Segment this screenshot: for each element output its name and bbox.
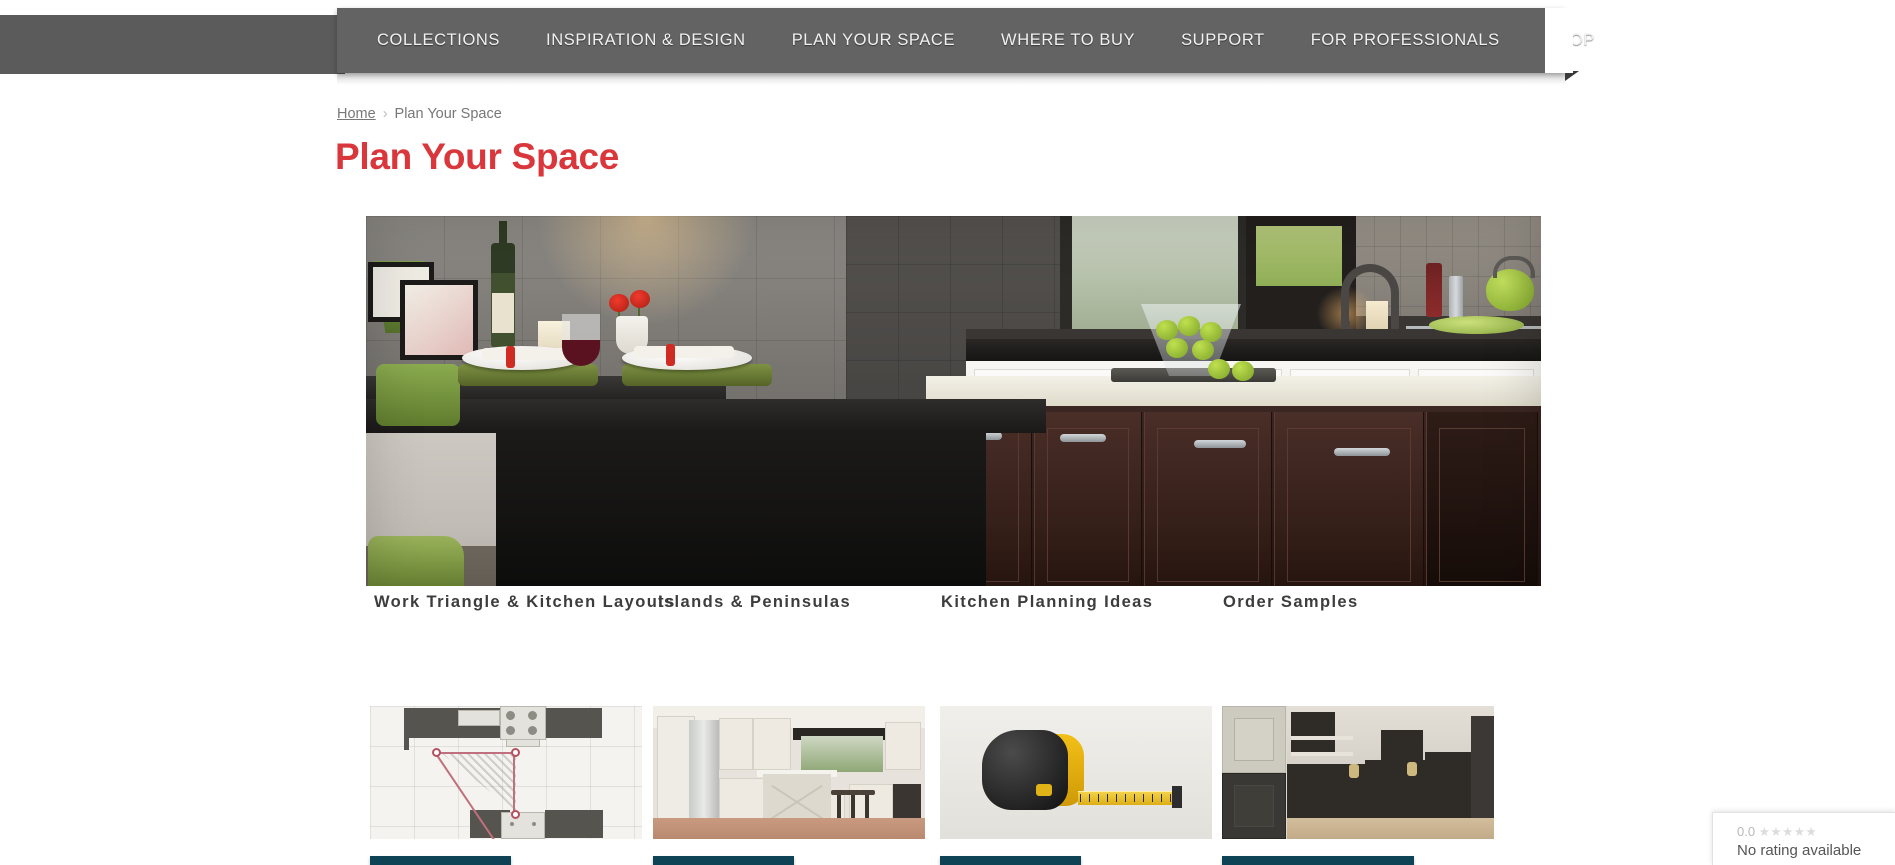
nav-right-gap — [1545, 8, 1573, 73]
learn-more-button-islands[interactable]: LEARN MORE — [653, 856, 794, 865]
breadcrumb-separator: › — [382, 106, 388, 122]
nav-left-shadow-stub — [0, 15, 345, 74]
section-headings: Work Triangle & Kitchen Layouts Islands … — [0, 593, 1895, 623]
kettle-icon — [1486, 256, 1535, 311]
nav-item-collections[interactable]: COLLECTIONS — [337, 8, 523, 73]
card-order-samples: SAMPLE ORDERING — [1222, 706, 1494, 865]
page-root: COLLECTIONS INSPIRATION & DESIGN PLAN YO… — [0, 0, 1895, 865]
nav-item-plan-your-space[interactable]: PLAN YOUR SPACE — [769, 8, 978, 73]
section-heading-work-triangle: Work Triangle & Kitchen Layouts — [374, 593, 676, 611]
section-heading-planning-ideas: Kitchen Planning Ideas — [941, 593, 1154, 611]
section-cards: LEARN MORE — [0, 706, 1895, 865]
primary-nav-bar: COLLECTIONS INSPIRATION & DESIGN PLAN YO… — [337, 8, 1594, 81]
google-rating-widget[interactable]: 0.0 ★★★★★ No rating available — [1712, 812, 1895, 865]
breadcrumb-home-link[interactable]: Home — [337, 106, 376, 122]
section-heading-islands: Islands & Peninsulas — [658, 593, 852, 611]
learn-more-button-work-triangle[interactable]: LEARN MORE — [370, 856, 511, 865]
door-sample-dark — [1222, 773, 1286, 839]
hero-kitchen-image — [366, 216, 1541, 586]
page-title: Plan Your Space — [335, 136, 620, 177]
learn-more-button-planning-ideas[interactable]: LEARN MORE — [940, 856, 1081, 865]
rating-score-row: 0.0 ★★★★★ — [1737, 824, 1895, 840]
rating-stars-icon: ★★★★★ — [1758, 825, 1818, 839]
sample-ordering-button[interactable]: SAMPLE ORDERING — [1222, 856, 1414, 865]
section-heading-order-samples: Order Samples — [1223, 593, 1359, 611]
nav-item-support[interactable]: SUPPORT — [1158, 8, 1288, 73]
door-sample-light — [1222, 706, 1286, 773]
thumbnail-door-samples[interactable] — [1222, 706, 1494, 839]
nav-drop-shadow — [337, 73, 1565, 85]
wine-bottle-icon — [491, 221, 515, 348]
tape-measure-icon — [982, 730, 1068, 810]
thumbnail-tape-measure[interactable] — [940, 706, 1212, 839]
thumbnail-work-triangle-plan[interactable] — [370, 706, 642, 839]
rating-status-text: No rating available — [1737, 842, 1862, 859]
breadcrumb-current: Plan Your Space — [394, 106, 502, 122]
nav-item-inspiration-design[interactable]: INSPIRATION & DESIGN — [523, 8, 769, 73]
nav-item-for-professionals[interactable]: FOR PROFESSIONALS — [1288, 8, 1523, 73]
card-work-triangle: LEARN MORE — [370, 706, 642, 865]
card-kitchen-planning-ideas: LEARN MORE — [940, 706, 1212, 865]
wine-glass-icon — [562, 314, 600, 366]
breadcrumb: Home › Plan Your Space — [337, 106, 502, 122]
thumbnail-island-kitchen[interactable] — [653, 706, 925, 839]
rating-score: 0.0 — [1737, 824, 1756, 839]
top-navigation: COLLECTIONS INSPIRATION & DESIGN PLAN YO… — [0, 0, 1895, 85]
nav-item-where-to-buy[interactable]: WHERE TO BUY — [978, 8, 1158, 73]
card-islands-peninsulas: LEARN MORE — [653, 706, 925, 865]
